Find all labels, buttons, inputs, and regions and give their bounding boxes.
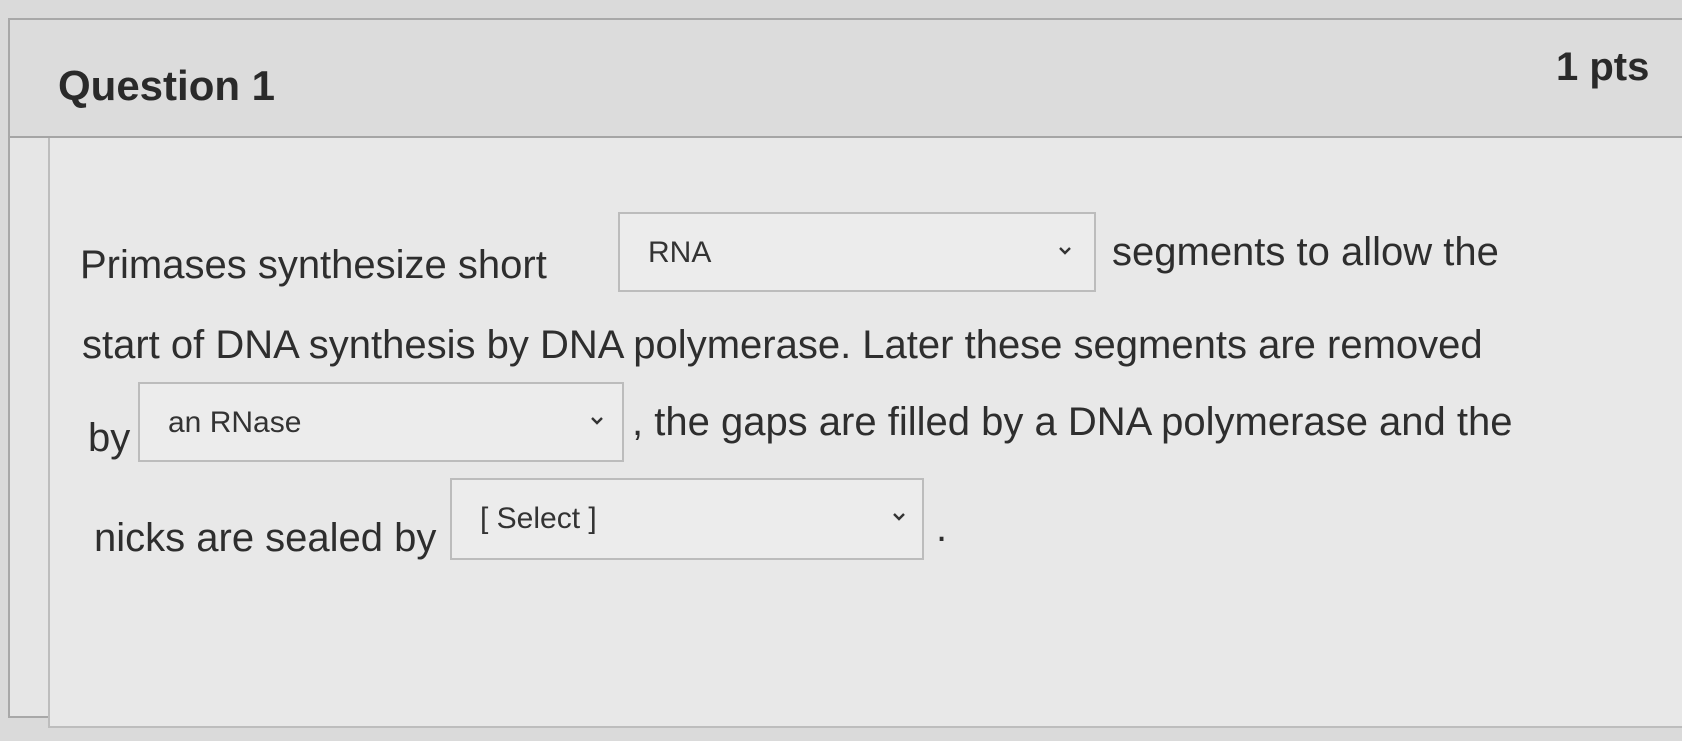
question-card: Question 1 1 pts Primases synthesize sho… — [8, 18, 1682, 728]
primer-removal-selected: an RNase — [168, 406, 302, 439]
primer-type-dropdown[interactable]: RNA — [618, 212, 1096, 292]
question-text-line4-prefix: nicks are sealed by — [94, 516, 437, 560]
question-title: Question 1 — [58, 62, 276, 109]
question-text-line3-suffix: , the gaps are filled by a DNA polymeras… — [632, 400, 1513, 444]
chevron-down-icon — [591, 417, 603, 425]
quiz-page: Question 1 1 pts Primases synthesize sho… — [0, 0, 1682, 741]
question-text-line1-prefix: Primases synthesize short — [80, 243, 547, 287]
question-text-line4-suffix: . — [936, 506, 948, 550]
question-text-line3-prefix: by — [88, 416, 131, 460]
primer-type-selected: RNA — [648, 236, 712, 269]
question-text-line1-suffix: segments to allow the — [1112, 230, 1499, 274]
nick-sealer-dropdown[interactable]: [ Select ] — [450, 478, 924, 560]
question-points: 1 pts — [1556, 45, 1650, 89]
question-text-line2: start of DNA synthesis by DNA polymerase… — [82, 323, 1483, 367]
question-body: Primases synthesize short RNA segments t… — [48, 138, 1682, 728]
nick-sealer-selected: [ Select ] — [480, 502, 597, 535]
primer-removal-dropdown[interactable]: an RNase — [138, 382, 624, 462]
chevron-down-icon — [1059, 247, 1071, 255]
question-header: Question 1 1 pts — [10, 20, 1682, 138]
chevron-down-icon — [893, 513, 905, 521]
